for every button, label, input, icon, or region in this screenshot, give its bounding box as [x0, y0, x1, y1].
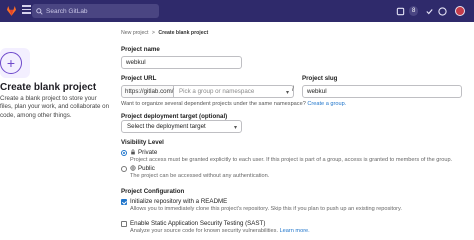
breadcrumb-new-project[interactable]: New project — [121, 30, 148, 36]
chevron-down-icon: ▾ — [233, 125, 237, 131]
sast-label: Enable Static Application Security Testi… — [130, 220, 266, 227]
public-radio[interactable] — [121, 166, 127, 172]
todo-icon[interactable] — [425, 5, 434, 17]
page-title: Create blank project — [0, 82, 97, 93]
merge-requests-button[interactable]: 8 — [409, 5, 419, 17]
url-slash: / — [292, 86, 294, 93]
readme-checkbox[interactable] — [121, 199, 127, 205]
sast-description-line: Analyze your source code for known secur… — [130, 228, 310, 234]
private-label: Private — [138, 149, 158, 156]
search-icon — [36, 7, 43, 15]
public-label: Public — [138, 165, 155, 172]
user-avatar[interactable] — [455, 5, 465, 17]
sast-checkbox[interactable] — [121, 221, 127, 227]
project-name-label: Project name — [121, 46, 160, 53]
public-description: The project can be accessed without any … — [130, 173, 270, 179]
deployment-target-select[interactable]: Select the deployment target ▾ — [121, 120, 242, 133]
issues-icon[interactable] — [396, 5, 405, 17]
avatar — [455, 6, 465, 16]
globe-icon — [130, 165, 136, 171]
help-icon[interactable] — [438, 5, 447, 17]
lock-icon — [131, 149, 135, 155]
plus-circle-icon: + — [0, 52, 22, 74]
readme-label: Initialize repository with a README — [130, 198, 228, 205]
search-input[interactable]: Search GitLab — [32, 4, 159, 18]
top-navigation-bar: Search GitLab 8 — [0, 0, 474, 22]
create-group-link[interactable]: Create a group. — [307, 101, 346, 107]
learn-more-link[interactable]: Learn more. — [280, 228, 310, 234]
page-description: Create a blank project to store your fil… — [0, 95, 110, 119]
left-panel: + Create blank project Create a blank pr… — [0, 22, 112, 240]
hamburger-menu-icon[interactable] — [22, 5, 31, 16]
mr-count-badge: 8 — [409, 6, 419, 16]
chevron-down-icon: ▾ — [285, 90, 289, 96]
project-configuration-label: Project Configuration — [121, 188, 185, 195]
readme-description: Allows you to immediately clone this pro… — [130, 206, 402, 212]
breadcrumb: New project > Create blank project — [121, 30, 208, 36]
project-slug-field[interactable]: webkul — [302, 85, 462, 98]
private-description: Project access must be granted explicitl… — [130, 157, 453, 163]
namespace-help: Want to organize several dependent proje… — [121, 101, 306, 107]
project-url-label: Project URL — [121, 75, 157, 82]
breadcrumb-current: Create blank project — [158, 30, 209, 36]
sast-description: Analyze your source code for known secur… — [130, 228, 278, 234]
project-name-field[interactable]: webkul — [121, 56, 242, 69]
namespace-help-text: Want to organize several dependent proje… — [121, 101, 346, 107]
gitlab-logo-icon[interactable] — [5, 4, 18, 17]
project-slug-label: Project slug — [302, 75, 338, 82]
visibility-level-label: Visibility Level — [121, 139, 164, 146]
deployment-target-value: Select the deployment target — [127, 123, 206, 130]
namespace-select[interactable]: Pick a group or namespace ▾ — [174, 85, 294, 98]
namespace-placeholder: Pick a group or namespace — [179, 88, 255, 95]
url-prefix: https://gitlab.com/ — [121, 85, 174, 98]
deployment-target-label: Project deployment target (optional) — [121, 113, 228, 120]
breadcrumb-separator: > — [151, 30, 155, 36]
private-radio[interactable] — [121, 150, 127, 156]
search-placeholder: Search GitLab — [46, 7, 88, 15]
